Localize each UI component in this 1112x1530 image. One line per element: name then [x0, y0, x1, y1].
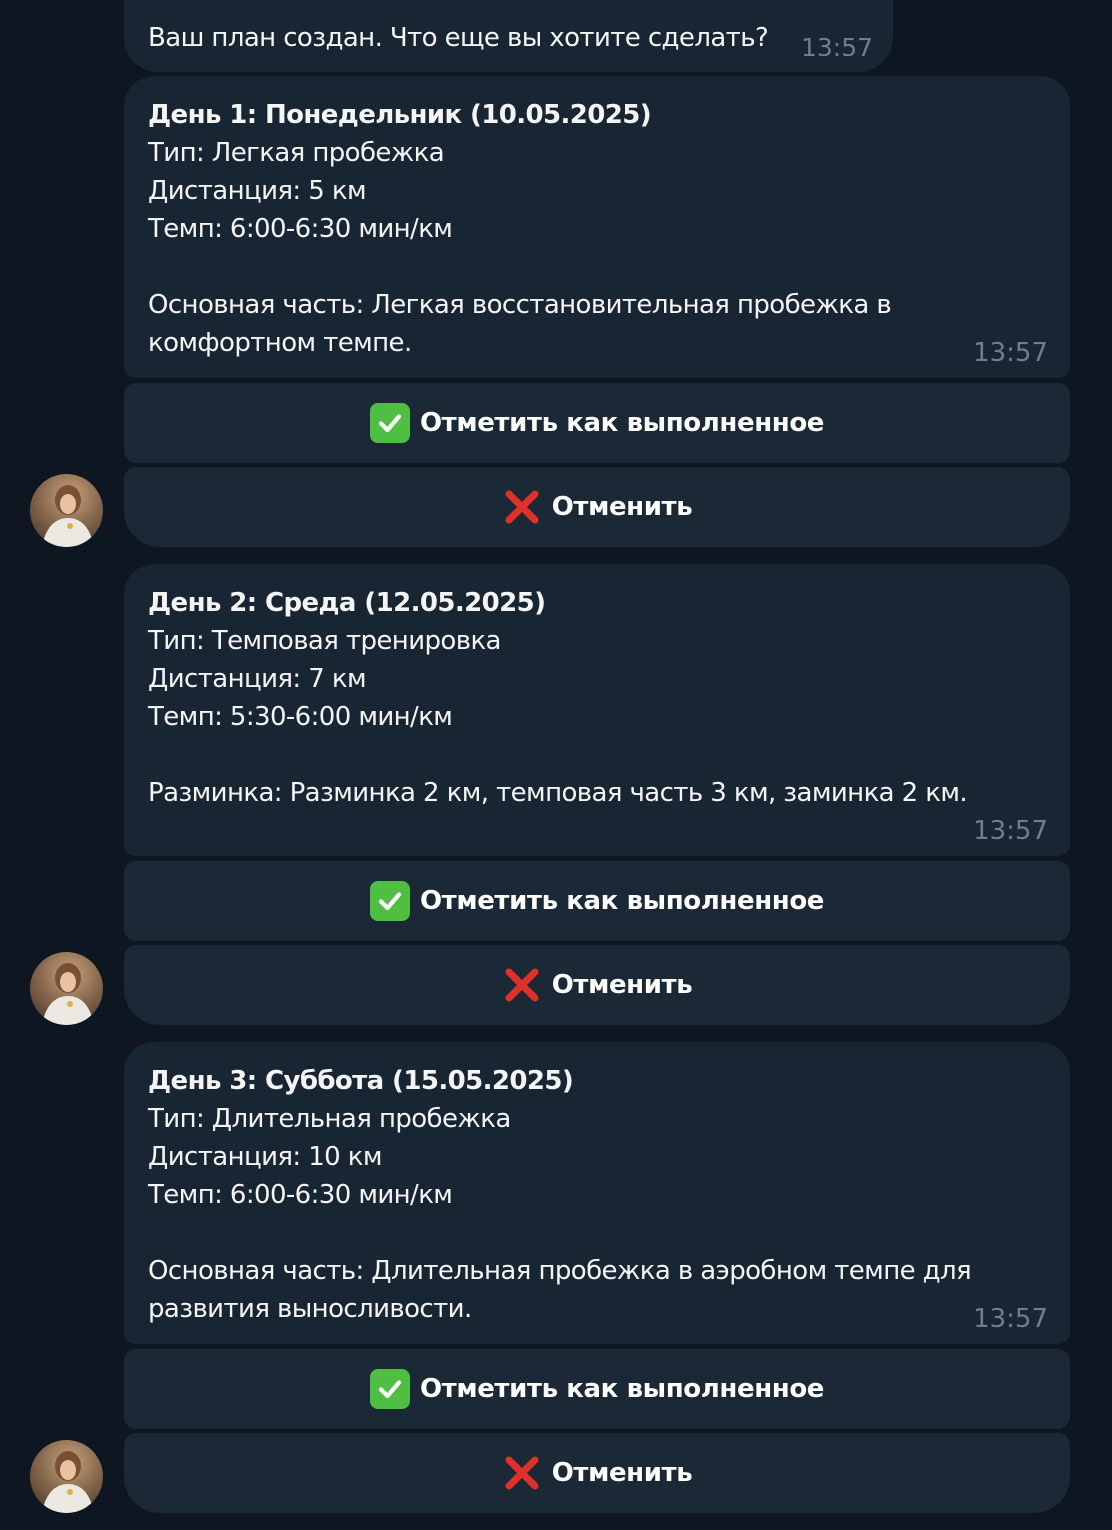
message-time: 13:57: [973, 816, 1048, 846]
day-title: День 3: Суббота (15.05.2025): [148, 1066, 574, 1096]
day-pace: Темп: 5:30-6:00 мин/км: [148, 702, 453, 732]
day-pace: Темп: 6:00-6:30 мин/км: [148, 1180, 453, 1210]
cancel-label: Отменить: [551, 1458, 693, 1488]
day-title: День 1: Понедельник (10.05.2025): [148, 100, 652, 130]
day-distance: Дистанция: 5 км: [148, 176, 367, 206]
cancel-button-day-1[interactable]: Отменить: [124, 467, 1070, 547]
mark-done-label: Отметить как выполненное: [419, 1374, 825, 1404]
mark-done-label: Отметить как выполненное: [419, 408, 825, 438]
cancel-button-day-3[interactable]: Отменить: [124, 1433, 1070, 1513]
cross-mark-icon: [502, 1453, 542, 1493]
mark-done-button-day-1[interactable]: Отметить как выполненное: [124, 383, 1070, 463]
message-bubble-day-1: День 1: Понедельник (10.05.2025) Тип: Ле…: [124, 76, 1070, 378]
message-bubble-plan-created: Ваш план создан. Что еще вы хотите сдела…: [124, 0, 893, 72]
mark-done-label: Отметить как выполненное: [419, 886, 825, 916]
message-bubble-day-3: День 3: Суббота (15.05.2025) Тип: Длител…: [124, 1042, 1070, 1344]
day-title: День 2: Среда (12.05.2025): [148, 588, 546, 618]
cancel-label: Отменить: [551, 492, 693, 522]
message-time: 13:57: [800, 33, 873, 62]
day-description: Разминка: Разминка 2 км, темповая часть …: [148, 778, 968, 808]
user-avatar[interactable]: [30, 952, 103, 1025]
user-avatar[interactable]: [30, 474, 103, 547]
day-distance: Дистанция: 10 км: [148, 1142, 383, 1172]
day-type: Тип: Темповая тренировка: [148, 626, 501, 656]
cancel-button-day-2[interactable]: Отменить: [124, 945, 1070, 1025]
day-distance: Дистанция: 7 км: [148, 664, 367, 694]
mark-done-button-day-3[interactable]: Отметить как выполненное: [124, 1349, 1070, 1429]
cross-mark-icon: [502, 487, 542, 527]
check-mark-icon: [369, 1369, 410, 1409]
check-mark-icon: [369, 403, 410, 443]
day-pace: Темп: 6:00-6:30 мин/км: [148, 214, 453, 244]
user-avatar[interactable]: [30, 1440, 103, 1513]
check-mark-icon: [369, 881, 410, 921]
day-description: Основная часть: Длительная пробежка в аэ…: [148, 1256, 972, 1324]
day-type: Тип: Легкая пробежка: [148, 138, 445, 168]
message-time: 13:57: [973, 1304, 1048, 1334]
day-type: Тип: Длительная пробежка: [148, 1104, 511, 1134]
cancel-label: Отменить: [551, 970, 693, 1000]
day-description: Основная часть: Легкая восстановительная…: [148, 290, 892, 358]
mark-done-button-day-2[interactable]: Отметить как выполненное: [124, 861, 1070, 941]
message-text: Ваш план создан. Что еще вы хотите сдела…: [148, 23, 769, 53]
message-time: 13:57: [973, 338, 1048, 368]
message-bubble-day-2: День 2: Среда (12.05.2025) Тип: Темповая…: [124, 564, 1070, 856]
cross-mark-icon: [502, 965, 542, 1005]
